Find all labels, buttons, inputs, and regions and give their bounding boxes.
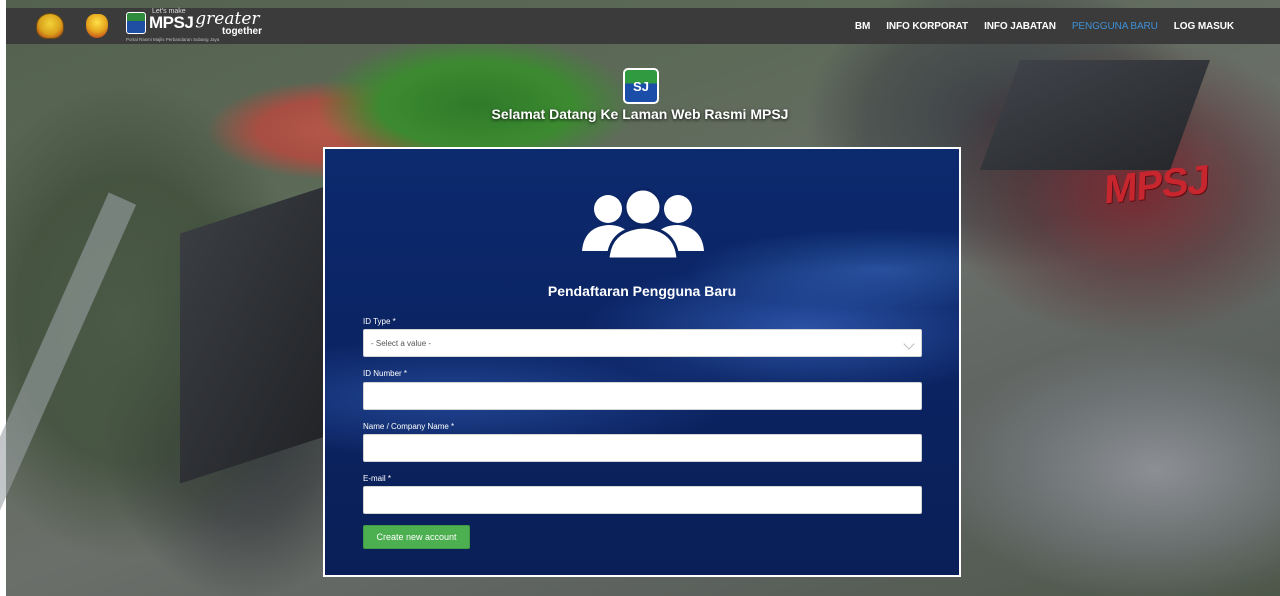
- registration-panel: Pendaftaran Pengguna Baru ID Type * - Se…: [323, 147, 961, 577]
- background-roof-right: [979, 60, 1211, 170]
- nav-item-log-masuk[interactable]: LOG MASUK: [1166, 21, 1242, 32]
- users-group-icon: [582, 187, 704, 259]
- nav-item-info-korporat[interactable]: INFO KORPORAT: [878, 21, 976, 32]
- id-type-selected-value: - Select a value -: [371, 339, 432, 348]
- id-type-select[interactable]: - Select a value -: [363, 329, 922, 357]
- selangor-crest-icon[interactable]: [36, 13, 64, 39]
- mpsj-site-icon: SJ: [623, 68, 659, 104]
- email-input[interactable]: [363, 486, 922, 514]
- mpsj-logo[interactable]: Let's make MPSJ greater together Portal …: [126, 8, 262, 44]
- state-emblem-icon[interactable]: [86, 14, 108, 38]
- name-input[interactable]: [363, 434, 922, 462]
- brand-portal-caption: Portal Rasmi Majlis Perbandaran Subang J…: [126, 37, 220, 42]
- nav-item-bm[interactable]: BM: [847, 21, 878, 32]
- id-number-label: ID Number *: [363, 369, 408, 378]
- name-label: Name / Company Name *: [363, 422, 455, 431]
- id-number-input[interactable]: [363, 382, 922, 410]
- logo-group: Let's make MPSJ greater together Portal …: [36, 8, 262, 44]
- nav-item-pengguna-baru[interactable]: PENGGUNA BARU: [1064, 21, 1166, 32]
- chevron-down-icon: [903, 338, 915, 350]
- create-account-button[interactable]: Create new account: [363, 525, 470, 549]
- welcome-title: Selamat Datang Ke Laman Web Rasmi MPSJ: [491, 106, 789, 122]
- brand-together: together: [222, 26, 262, 37]
- header-bar: Let's make MPSJ greater together Portal …: [6, 8, 1280, 44]
- background-roof-left: [180, 186, 325, 484]
- brand-name: MPSJ: [149, 13, 194, 32]
- email-label: E-mail *: [363, 474, 392, 483]
- brand-greater: greater: [195, 9, 260, 29]
- id-type-label: ID Type *: [363, 317, 396, 326]
- form-title: Pendaftaran Pengguna Baru: [547, 283, 737, 299]
- nav-item-info-jabatan[interactable]: INFO JABATAN: [976, 21, 1064, 32]
- brand-tagline-lets-make: Let's make: [152, 8, 186, 15]
- main-nav: BM INFO KORPORAT INFO JABATAN PENGGUNA B…: [847, 8, 1242, 44]
- mpsj-logo-mark-icon: [126, 12, 146, 34]
